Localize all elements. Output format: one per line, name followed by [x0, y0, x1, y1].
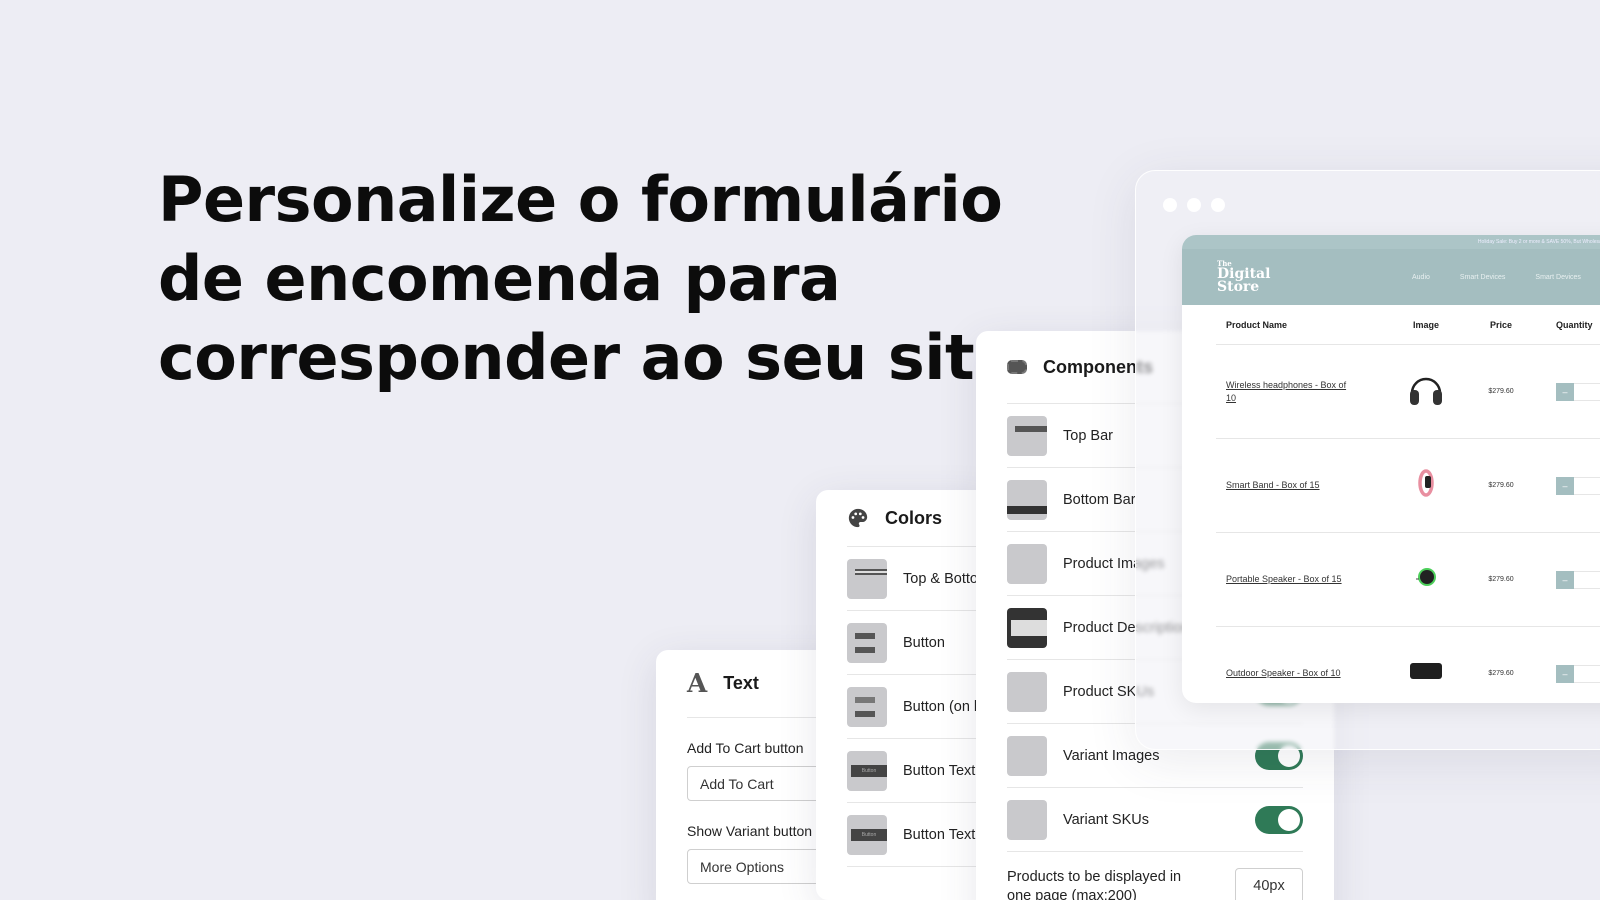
table-row: Wireless headphones - Box of 10 $279.60 … [1216, 345, 1600, 439]
col-quantity: Quantity [1556, 319, 1593, 330]
variant-images-thumbnail-icon [1007, 735, 1047, 776]
button-hover-thumbnail-icon [847, 686, 887, 727]
product-link[interactable]: Portable Speaker - Box of 15 [1216, 573, 1386, 586]
smart-band-icon [1418, 469, 1434, 497]
product-link[interactable]: Outdoor Speaker - Box of 10 [1216, 667, 1386, 680]
outdoor-speaker-icon [1410, 663, 1442, 679]
qty-input[interactable] [1574, 476, 1600, 495]
qty-input[interactable] [1574, 570, 1600, 589]
products-per-page-input[interactable]: 40px [1235, 868, 1303, 900]
headline-line: Personalize o formulário [158, 163, 1003, 236]
qty-minus-button[interactable]: – [1556, 476, 1574, 495]
colors-item-button-hover[interactable]: Button (on hover) [847, 675, 996, 739]
product-description-thumbnail-icon [1007, 607, 1047, 648]
product-images-thumbnail-icon [1007, 543, 1047, 584]
components-icon [1007, 360, 1027, 374]
colors-settings-panel: Colors Top & Bottom Button Button (on ho… [816, 490, 996, 900]
window-dot-icon [1211, 198, 1225, 212]
headline: Personalize o formulário de encomenda pa… [158, 160, 1039, 397]
bottom-bar-thumbnail-icon [1007, 479, 1047, 520]
nav-link-smart-devices[interactable]: Smart Devices [1460, 274, 1506, 281]
component-item-label: Top Bar [1063, 427, 1113, 444]
product-link[interactable]: Smart Band - Box of 15 [1216, 479, 1386, 492]
colors-item-button[interactable]: Button [847, 611, 996, 675]
colors-item-label: Button [903, 634, 945, 651]
colors-panel-title: Colors [885, 507, 943, 528]
top-bar-thumbnail-icon [1007, 415, 1047, 456]
headline-line: corresponder ao seu site. [158, 321, 1039, 394]
colors-item-button-text-hover[interactable]: Button Button Text (on hover) [847, 803, 996, 867]
component-item-label: Variant Images [1063, 747, 1160, 764]
component-item-label: Bottom Bar [1063, 491, 1136, 508]
products-per-page-label: Products to be displayed in one page (ma… [1007, 869, 1182, 900]
window-controls [1163, 198, 1225, 212]
logo-line2: Store [1217, 279, 1260, 295]
table-header: Product Name Image Price Quantity [1216, 305, 1600, 345]
qty-input[interactable] [1574, 664, 1600, 683]
table-row: Outdoor Speaker - Box of 10 $279.60 – [1216, 627, 1600, 703]
button-text-hover-thumbnail-icon: Button [847, 814, 887, 855]
button-text-thumbnail-icon: Button [847, 750, 887, 791]
component-item-variant-skus: Variant SKUs [1007, 788, 1303, 852]
button-thumbnail-icon [847, 622, 887, 663]
product-link[interactable]: Wireless headphones - Box of 10 [1216, 379, 1386, 405]
text-panel-title: Text [723, 673, 759, 693]
colors-item-top-bottom[interactable]: Top & Bottom [847, 547, 996, 611]
headline-line: de encomenda para [158, 242, 841, 315]
col-product-name: Product Name [1226, 319, 1288, 330]
variant-skus-toggle[interactable] [1255, 805, 1303, 834]
portable-speaker-icon [1416, 568, 1436, 586]
product-price: $279.60 [1488, 670, 1514, 677]
table-row: Smart Band - Box of 15 $279.60 – [1216, 439, 1600, 533]
window-dot-icon [1187, 198, 1201, 212]
window-dot-icon [1163, 198, 1177, 212]
col-price: Price [1489, 319, 1513, 330]
colors-item-button-text[interactable]: Button Button Text [847, 739, 996, 803]
col-image: Image [1412, 319, 1439, 330]
promo-banner: Holiday Sale: Buy 2 or more & SAVE 50%, … [1182, 235, 1600, 249]
variant-skus-thumbnail-icon [1007, 799, 1047, 840]
order-table: Product Name Image Price Quantity Wirele… [1216, 305, 1600, 703]
colors-item-label: Button Text [903, 762, 976, 779]
table-row: Portable Speaker - Box of 15 $279.60 – [1216, 533, 1600, 627]
store-logo[interactable]: The Digital Store [1217, 260, 1270, 295]
component-item-label: Variant SKUs [1063, 811, 1149, 828]
nav-link-audio[interactable]: Audio [1412, 274, 1430, 281]
qty-minus-button[interactable]: – [1556, 664, 1574, 683]
qty-minus-button[interactable]: – [1556, 570, 1574, 589]
products-per-page-setting: Products to be displayed in one page (ma… [1007, 868, 1303, 900]
product-price: $279.60 [1488, 482, 1514, 489]
store-nav: The Digital Store Audio Smart Devices Sm… [1182, 249, 1600, 305]
palette-icon [848, 508, 868, 528]
colors-panel-header: Colors [847, 490, 996, 547]
top-bottom-thumbnail-icon [847, 558, 887, 599]
qty-input[interactable] [1574, 382, 1600, 401]
nav-links: Audio Smart Devices Smart Devices [1412, 249, 1581, 305]
text-icon: A [687, 668, 708, 699]
headphones-icon [1410, 377, 1442, 405]
qty-minus-button[interactable]: – [1556, 382, 1574, 401]
product-price: $279.60 [1488, 576, 1514, 583]
product-skus-thumbnail-icon [1007, 671, 1047, 712]
nav-link-smart-devices-2[interactable]: Smart Devices [1535, 274, 1581, 281]
product-price: $279.60 [1488, 388, 1514, 395]
store-preview: Holiday Sale: Buy 2 or more & SAVE 50%, … [1182, 235, 1600, 703]
